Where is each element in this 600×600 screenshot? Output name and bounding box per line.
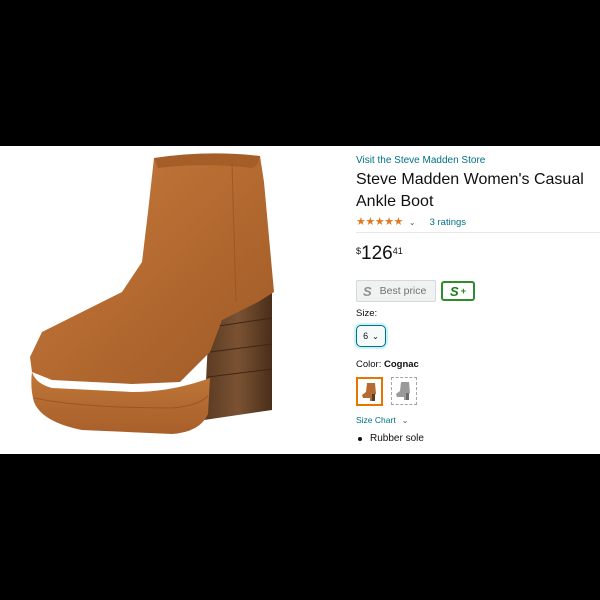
size-chart-label: Size Chart — [356, 415, 396, 425]
best-price-badge[interactable]: S Best price — [356, 280, 436, 302]
ratings-link[interactable]: 3 ratings — [430, 217, 466, 228]
chevron-down-icon[interactable]: ⌄ — [409, 218, 416, 227]
color-label-row: Color: Cognac — [356, 359, 600, 371]
boot-image — [30, 153, 274, 434]
splus-letter: S — [450, 283, 459, 299]
chevron-down-icon: ⌄ — [401, 415, 409, 425]
splus-plus: + — [460, 286, 466, 296]
color-value: Cognac — [383, 359, 419, 370]
product-title: Steve Madden Women's Casual Ankle Boot — [356, 171, 584, 210]
price-whole: 126 — [361, 243, 393, 264]
best-price-row: S Best price S + — [356, 280, 600, 302]
best-price-label: Best price — [379, 285, 427, 297]
size-dropdown[interactable]: 6 ⌄ — [356, 325, 386, 347]
star-icon: ★ — [356, 216, 366, 228]
product-panel: Visit the Steve Madden Store Steve Madde… — [0, 146, 600, 454]
star-icon: ★ — [365, 216, 375, 228]
feature-text: Rubber sole — [370, 433, 424, 444]
boot-thumbnail-icon — [396, 382, 410, 400]
size-chart-link[interactable]: Size Chart ⌄ — [356, 415, 600, 425]
best-price-logo: S — [363, 283, 372, 299]
product-image[interactable] — [22, 152, 294, 450]
boot-thumbnail-icon — [361, 382, 376, 401]
splus-button[interactable]: S + — [441, 281, 475, 301]
star-icon: ★ — [384, 216, 394, 228]
store-link[interactable]: Visit the Steve Madden Store — [356, 154, 600, 168]
star-icon: ★ — [393, 216, 404, 228]
swatch-grey[interactable] — [391, 377, 417, 405]
price-fraction: 41 — [392, 246, 403, 256]
color-swatches — [356, 377, 600, 406]
color-label: Color: — [356, 359, 382, 370]
chevron-down-icon: ⌄ — [372, 331, 379, 341]
price: $ 126 41 — [356, 243, 600, 267]
bullet-icon — [358, 436, 362, 441]
size-value: 6 — [363, 331, 369, 341]
star-rating[interactable]: ★ ★ ★ ★ ★ — [356, 215, 403, 229]
feature-bullet: Rubber sole — [356, 433, 600, 444]
rating-row: ★ ★ ★ ★ ★ ⌄ 3 ratings — [356, 214, 600, 233]
size-label: Size: — [356, 308, 378, 319]
star-icon: ★ — [374, 216, 385, 228]
swatch-cognac[interactable] — [356, 377, 383, 406]
product-info: Visit the Steve Madden Store Steve Madde… — [356, 154, 600, 444]
